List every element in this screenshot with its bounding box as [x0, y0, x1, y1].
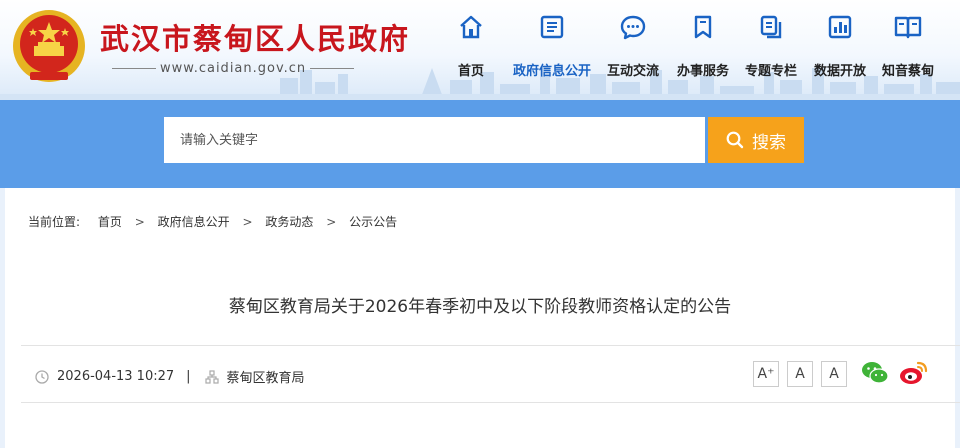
- font-decrease-button[interactable]: A: [821, 361, 847, 387]
- site-url: www.caidian.gov.cn: [112, 61, 355, 76]
- breadcrumb-item-gov-info[interactable]: 政府信息公开: [158, 213, 230, 230]
- nav-item-gov-info[interactable]: 政府信息公开: [507, 14, 597, 84]
- nav-label-zhiyin-caidian: 知音蔡甸: [881, 64, 934, 79]
- publish-date: 2026-04-13 10:27: [57, 369, 175, 384]
- breadcrumb-item-gov-news[interactable]: 政务动态: [265, 213, 313, 230]
- nav-item-zhiyin-caidian[interactable]: 知音蔡甸: [863, 14, 953, 84]
- copy-pages-icon: [760, 15, 782, 39]
- document-list-icon: [540, 15, 564, 39]
- nav-item-home[interactable]: 首页: [426, 14, 516, 84]
- national-emblem-logo: [13, 10, 85, 82]
- site-title[interactable]: 武汉市蔡甸区人民政府: [100, 16, 410, 58]
- font-reset-button[interactable]: A: [787, 361, 813, 387]
- breadcrumb: 当前位置: 首页 > 政府信息公开 > 政务动态 > 公示公告: [28, 213, 397, 230]
- site-url-text: www.caidian.gov.cn: [160, 61, 307, 76]
- site-header: 武汉市蔡甸区人民政府 www.caidian.gov.cn 首页 政府信息公开: [0, 0, 960, 100]
- article-panel: 当前位置: 首页 > 政府信息公开 > 政务动态 > 公示公告 蔡甸区教育局关于…: [5, 188, 960, 448]
- font-increase-button[interactable]: A⁺: [753, 361, 779, 387]
- search-icon: [726, 131, 744, 149]
- nav-label-home: 首页: [457, 64, 484, 79]
- search-input[interactable]: [164, 117, 705, 163]
- url-left-rule: [112, 68, 156, 69]
- breadcrumb-separator: >: [134, 215, 145, 229]
- clock-icon: [35, 369, 49, 384]
- nav-label-gov-info: 政府信息公开: [512, 64, 591, 79]
- breadcrumb-item-home[interactable]: 首页: [98, 213, 122, 230]
- open-book-icon: [894, 16, 922, 39]
- weibo-share-icon[interactable]: [899, 360, 929, 386]
- home-icon: [460, 15, 482, 39]
- breadcrumb-separator: >: [242, 215, 253, 229]
- bar-chart-icon: [828, 15, 852, 39]
- article-meta: 2026-04-13 10:27 | 蔡甸区教育局: [35, 367, 305, 386]
- organization-icon: [204, 369, 219, 384]
- url-right-rule: [310, 68, 355, 69]
- search-button[interactable]: 搜索: [708, 117, 804, 163]
- search-button-label: 搜索: [752, 132, 786, 153]
- meta-separator: |: [186, 369, 191, 384]
- search-band: 搜索: [0, 100, 960, 188]
- wechat-share-icon[interactable]: [861, 360, 889, 386]
- article-title: 蔡甸区教育局关于2026年春季初中及以下阶段教师资格认定的公告: [228, 297, 732, 317]
- breadcrumb-separator: >: [326, 215, 337, 229]
- font-size-controls: A⁺ A A: [753, 361, 847, 387]
- breadcrumb-label: 当前位置:: [28, 215, 81, 229]
- divider-bottom: [21, 402, 960, 403]
- divider-top: [21, 345, 960, 346]
- chat-bubble-icon: [620, 15, 646, 40]
- breadcrumb-item-notices[interactable]: 公示公告: [349, 213, 397, 230]
- bookmark-icon: [694, 15, 712, 39]
- article-source: 蔡甸区教育局: [226, 371, 305, 386]
